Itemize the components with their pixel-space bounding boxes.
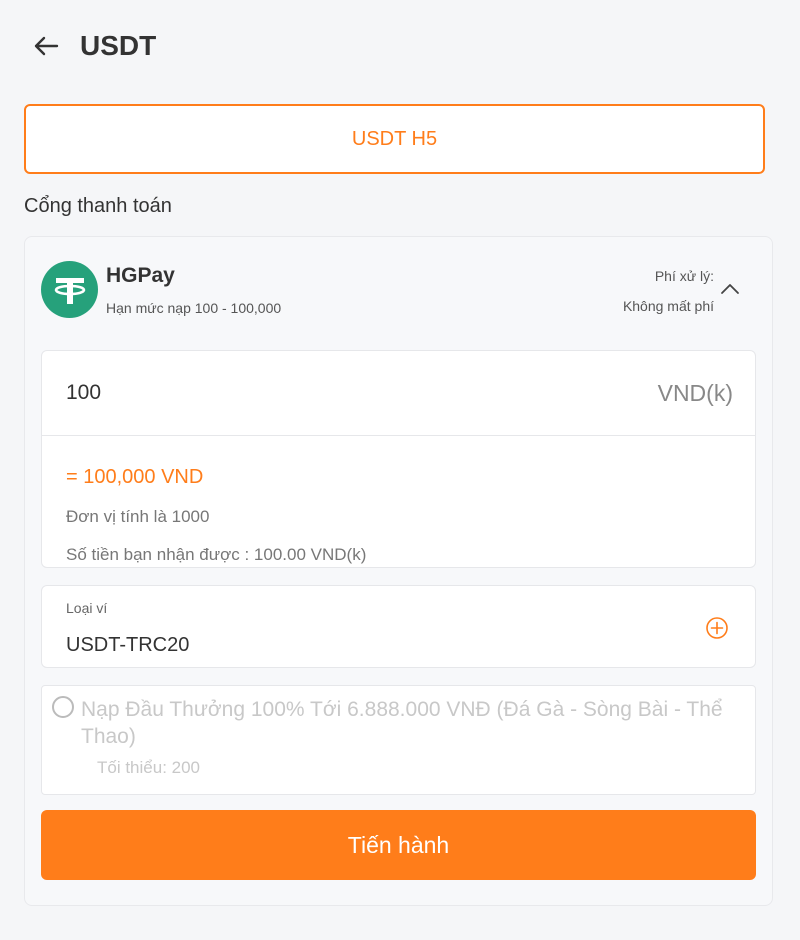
submit-button[interactable]: Tiến hành: [41, 810, 756, 880]
promo-option: Nạp Đầu Thưởng 100% Tới 6.888.000 VNĐ (Đ…: [41, 685, 756, 795]
collapse-button[interactable]: [718, 279, 742, 299]
section-label-payment-gateway: Cổng thanh toán: [24, 195, 172, 217]
tether-logo-icon: [41, 261, 98, 318]
method-tab-usdt-h5[interactable]: USDT H5: [24, 104, 765, 174]
wallet-type-label: Loại ví: [66, 600, 108, 616]
back-button[interactable]: [30, 30, 62, 62]
chevron-up-icon: [721, 284, 739, 294]
fee-value: Không mất phí: [622, 298, 714, 314]
unit-note: Đơn vị tính là 1000: [66, 507, 210, 526]
promo-title: Nạp Đầu Thưởng 100% Tới 6.888.000 VNĐ (Đ…: [81, 698, 723, 748]
arrow-left-icon: [34, 36, 59, 56]
wallet-type-select[interactable]: Loại ví USDT-TRC20: [41, 585, 756, 668]
wallet-type-value: USDT-TRC20: [66, 634, 190, 656]
promo-minimum: Tối thiểu: 200: [97, 758, 201, 777]
amount-unit: VND(k): [657, 380, 733, 406]
add-circle-icon[interactable]: [705, 616, 729, 640]
promo-radio[interactable]: [52, 696, 74, 718]
amount-input[interactable]: [42, 351, 755, 436]
gateway-limit: Hạn mức nạp 100 - 100,000: [106, 300, 282, 316]
converted-amount: = 100,000 VND: [66, 466, 204, 488]
page-title: USDT: [80, 30, 157, 61]
receive-amount-note: Số tiền bạn nhận được : 100.00 VND(k): [66, 545, 367, 564]
fee-label: Phí xử lý:: [654, 268, 714, 284]
gateway-name: HGPay: [106, 264, 175, 287]
header: USDT: [0, 0, 800, 94]
amount-box: VND(k) = 100,000 VND Đơn vị tính là 1000…: [41, 350, 756, 568]
payment-gateway-card: HGPay Hạn mức nạp 100 - 100,000 Phí xử l…: [24, 236, 773, 906]
